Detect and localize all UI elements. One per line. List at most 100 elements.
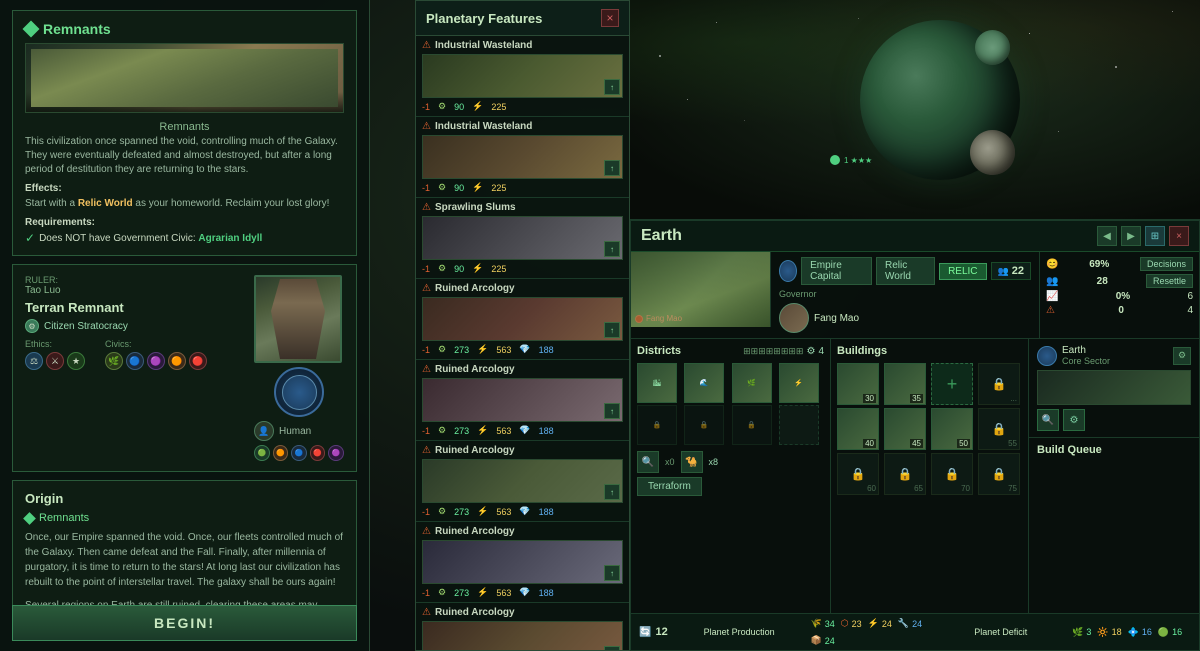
scout-button[interactable]: 🔍 <box>637 451 659 473</box>
governor-label: Governor <box>779 289 817 299</box>
trait-icon-3[interactable]: 🔵 <box>291 445 307 461</box>
stat-pop-icon-5: ⚙ <box>438 425 446 436</box>
origin-lore-1: Once, our Empire spanned the void. Once,… <box>25 530 344 590</box>
stat-energy-icon-6: ⚡ <box>477 506 488 517</box>
goto-planet-button[interactable]: ⊞ <box>1145 226 1165 246</box>
district-slot-2[interactable]: 🌊 <box>684 363 724 403</box>
stat-pop-icon-1: ⚙ <box>438 101 446 112</box>
building-slot-5[interactable]: 40 <box>837 408 879 450</box>
sector-icon <box>1037 346 1057 366</box>
feature-image-2: ↑ <box>422 135 623 179</box>
stat-pop-icon-4: ⚙ <box>438 344 446 355</box>
empire-badge-inner <box>282 375 317 410</box>
stat-energy-7: 563 <box>496 588 511 598</box>
left-panel: Remnants Remnants This civilization once… <box>0 0 370 651</box>
star <box>659 55 661 57</box>
stat-energy-icon-7: ⚡ <box>477 587 488 598</box>
req-text: Does NOT have Government Civic: Agrarian… <box>39 233 262 244</box>
begin-button[interactable]: BEGIN! <box>12 605 357 641</box>
feature-name-3: Sprawling Slums <box>435 202 516 213</box>
stat-extra-icon-5: 💎 <box>519 425 530 436</box>
building-num-locked-6: 75 <box>1008 484 1017 493</box>
civic-icon-1[interactable]: 🌿 <box>105 352 123 370</box>
features-close-button[interactable]: × <box>601 9 619 27</box>
unit-dot <box>830 155 840 165</box>
terraform-button[interactable]: Terraform <box>637 477 702 496</box>
sector-settings-button[interactable]: ⚙ <box>1173 347 1191 365</box>
resettle-button[interactable]: Resettle <box>1146 274 1193 288</box>
ethic-icon-1[interactable]: ⚖ <box>25 352 43 370</box>
districts-title: Districts <box>637 345 681 357</box>
building-slot-6[interactable]: 45 <box>884 408 926 450</box>
stat-energy-icon-4: ⚡ <box>477 344 488 355</box>
civic-icon-5[interactable]: 🔴 <box>189 352 207 370</box>
origin-card-label: Remnants <box>25 119 344 135</box>
stat-energy-1: 225 <box>491 102 506 112</box>
trait-icon-5[interactable]: 🟣 <box>328 445 344 461</box>
civic-icon-2[interactable]: 🔵 <box>126 352 144 370</box>
feature-image-5: ↑ <box>422 378 623 422</box>
feature-name-4: Ruined Arcology <box>435 283 515 294</box>
building-slot-1[interactable]: 30 <box>837 363 879 405</box>
building-slot-2[interactable]: 35 <box>884 363 926 405</box>
stat-minus-2: -1 <box>422 183 430 193</box>
civic-icon-4[interactable]: 🟠 <box>168 352 186 370</box>
district-slot-4[interactable]: ⚡ <box>779 363 819 403</box>
trait-icon-4[interactable]: 🔴 <box>310 445 326 461</box>
ethic-icon-3[interactable]: ★ <box>67 352 85 370</box>
governor-name: Fang Mao <box>814 313 859 324</box>
decisions-button[interactable]: Decisions <box>1140 257 1193 271</box>
star <box>1115 66 1117 68</box>
stat-pop-7: 273 <box>454 588 469 598</box>
ethics-civics: Ethics: ⚖ ⚔ ★ Civics: 🌿 🔵 🟣 🟠 🔴 <box>25 339 244 370</box>
prod-minerals-val: 23 <box>852 619 862 629</box>
feature-image-6: ↑ <box>422 459 623 503</box>
prev-planet-button[interactable]: ◀ <box>1097 226 1117 246</box>
agrarian-link: Agrarian Idyll <box>198 233 262 244</box>
deficit-2-val: 18 <box>1112 627 1122 637</box>
district-slot-6: 🔒 <box>684 405 724 445</box>
lock-icon-1: 🔒 <box>992 377 1007 391</box>
feature-stats-3: -1 ⚙ 90 ⚡ 225 <box>422 263 623 274</box>
stat-pop-icon-2: ⚙ <box>438 182 446 193</box>
species-row: 👤 Human <box>254 421 344 441</box>
stat-minus-7: -1 <box>422 588 430 598</box>
sector-action-1[interactable]: 🔍 <box>1037 409 1059 431</box>
civics-label: Civics: <box>105 339 207 349</box>
civic-icon-3[interactable]: 🟣 <box>147 352 165 370</box>
stat-energy-icon-3: ⚡ <box>472 263 483 274</box>
district-slot-1[interactable]: 🏙 <box>637 363 677 403</box>
stat-pop-1: 90 <box>454 102 464 112</box>
stat-pop-4: 273 <box>454 345 469 355</box>
feature-item-7: ⚠ Ruined Arcology ↑ -1 ⚙ 273 ⚡ 563 💎 188 <box>416 522 629 603</box>
district-count-value: 4 <box>818 346 824 357</box>
prod-consumer-val: 24 <box>825 636 835 646</box>
governor-info-row: Fang Mao <box>779 303 1031 333</box>
warning-icon-5: ⚠ <box>422 364 431 375</box>
feature-image-8: ↑ <box>422 621 623 650</box>
next-planet-button[interactable]: ▶ <box>1121 226 1141 246</box>
planetary-features-panel: Planetary Features × ⚠ Industrial Wastel… <box>415 0 630 651</box>
planet-globe-icon <box>779 260 797 282</box>
close-planet-button[interactable]: × <box>1169 226 1189 246</box>
prod-values: 🌾 34 ⬡ 23 ⚡ 24 🔧 24 📦 24 <box>811 618 930 646</box>
caravan-icon: 🐪 <box>681 451 703 473</box>
ethic-icon-2[interactable]: ⚔ <box>46 352 64 370</box>
stat-extra-7: 188 <box>539 588 554 598</box>
stat-pop-3: 90 <box>454 264 464 274</box>
features-header: Planetary Features × <box>416 1 629 36</box>
building-slot-3-add[interactable]: + <box>931 363 973 405</box>
stability-value: 4 <box>1187 305 1193 316</box>
empire-badge <box>274 367 324 417</box>
origin-small-diamond-icon <box>23 512 36 525</box>
scout-row: 🔍 x0 🐪 x8 <box>637 451 824 473</box>
origin-section-label: Origin <box>25 491 63 506</box>
district-slot-3[interactable]: 🌿 <box>732 363 772 403</box>
feature-name-2: Industrial Wasteland <box>435 121 532 132</box>
sector-action-2[interactable]: ⚙ <box>1063 409 1085 431</box>
stat-extra-6: 188 <box>539 507 554 517</box>
trait-icon-1[interactable]: 🟢 <box>254 445 270 461</box>
feature-name-5: Ruined Arcology <box>435 364 515 375</box>
trait-icon-2[interactable]: 🟠 <box>273 445 289 461</box>
building-slot-7[interactable]: 50 <box>931 408 973 450</box>
